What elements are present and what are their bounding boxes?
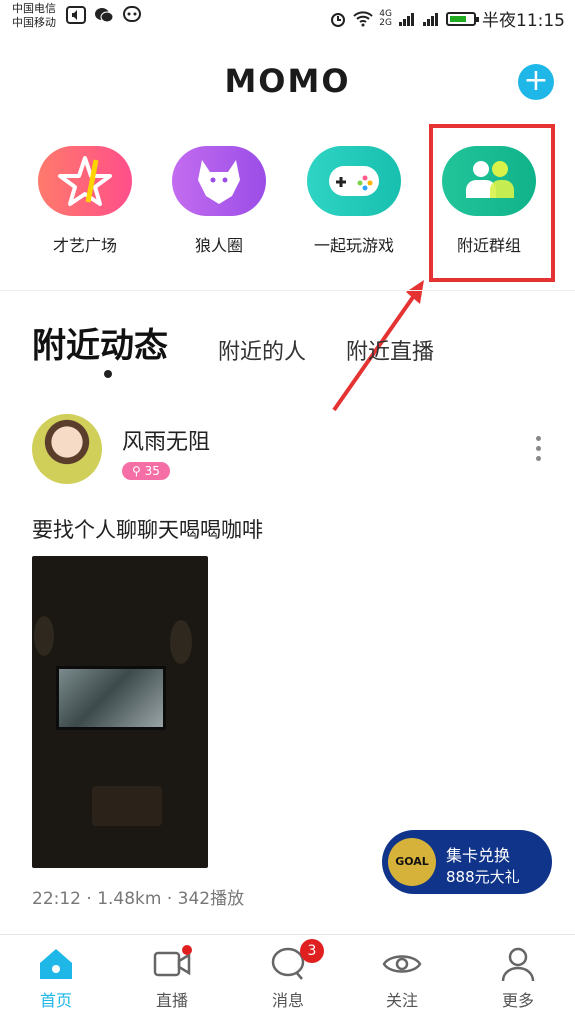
nav-label: 直播 [155,991,188,1010]
post-photo[interactable] [32,556,208,868]
post-text: 要找个人聊聊天喝喝咖啡 [32,518,263,542]
gamepad-icon [307,146,401,216]
message-bubble-icon: 3 [268,939,324,983]
level-badge: ⚲ 35 [122,462,170,480]
carrier-2: 中国移动 [12,16,56,29]
app-logo: MOMO [224,62,351,100]
star-icon [38,146,132,216]
status-right: 4G 2G 半夜11:15 [329,6,565,31]
network-4g: 4G 2G [379,8,392,28]
goal-ball-icon: GOAL [388,838,436,886]
nav-more[interactable]: 更多 [478,945,558,1011]
carrier-1: 中国电信 [12,2,56,15]
video-camera-icon [152,945,192,983]
active-tab-indicator [104,370,112,378]
signal-icon-2 [423,12,438,26]
person-icon [498,945,538,983]
nav-label: 消息 [271,991,304,1010]
alarm-icon [331,12,346,27]
wifi-icon [353,10,373,26]
app-header: MOMO + [0,60,575,104]
carrier-labels: 中国电信 中国移动 [12,2,56,30]
promo-subtitle: 888元大礼 [446,868,520,886]
status-bar: 中国电信 中国移动 4G 2G 半夜11:15 [0,0,575,34]
tab-nearby-feed[interactable]: 附近动态 [32,318,168,367]
shortcut-label: 狼人圈 [194,236,243,255]
notification-icons [66,6,142,24]
nav-label: 更多 [501,991,534,1010]
chat-bubble-icon [123,6,141,22]
tab-nearby-live[interactable]: 附近直播 [346,334,434,366]
highlight-box [429,124,555,282]
nav-live[interactable]: 直播 [132,945,212,1011]
wolf-icon [172,146,266,216]
nav-home[interactable]: 首页 [16,945,96,1011]
shortcut-talent-square[interactable]: 才艺广场 [25,146,145,256]
promo-title: 集卡兑换 [446,846,511,865]
more-options-icon[interactable] [536,436,542,464]
clock: 半夜11:15 [482,11,565,31]
signal-icon [399,12,414,26]
notification-dot [182,945,192,955]
bottom-nav: 首页 直播 3 消息 关注 更多 [0,934,575,1023]
battery-icon [446,11,479,26]
post-meta: 22:12 · 1.48km · 342播放 [32,889,245,909]
nav-follow[interactable]: 关注 [362,945,442,1011]
avatar[interactable] [32,414,102,484]
home-icon [36,945,76,983]
shortcut-label: 一起玩游戏 [313,236,394,255]
post-username[interactable]: 风雨无阻 [122,424,210,456]
divider [0,290,575,291]
tab-nearby-people[interactable]: 附近的人 [218,334,306,366]
add-button[interactable]: + [518,64,554,100]
volume-icon [66,6,86,24]
shortcut-label: 才艺广场 [52,236,117,255]
nav-label: 关注 [385,991,418,1010]
shortcut-play-games[interactable]: 一起玩游戏 [294,146,414,256]
nav-label: 首页 [39,991,72,1010]
nav-messages[interactable]: 3 消息 [248,939,328,1011]
shortcut-werewolf[interactable]: 狼人圈 [159,146,279,256]
card-exchange-promo[interactable]: GOAL 集卡兑换 888元大礼 [382,830,552,894]
unread-count-badge: 3 [300,939,324,963]
wechat-icon [95,8,114,23]
tv-screen [56,666,166,730]
eye-icon [382,945,422,983]
feed-tabs: 附近动态 附近的人 附近直播 [32,318,552,378]
